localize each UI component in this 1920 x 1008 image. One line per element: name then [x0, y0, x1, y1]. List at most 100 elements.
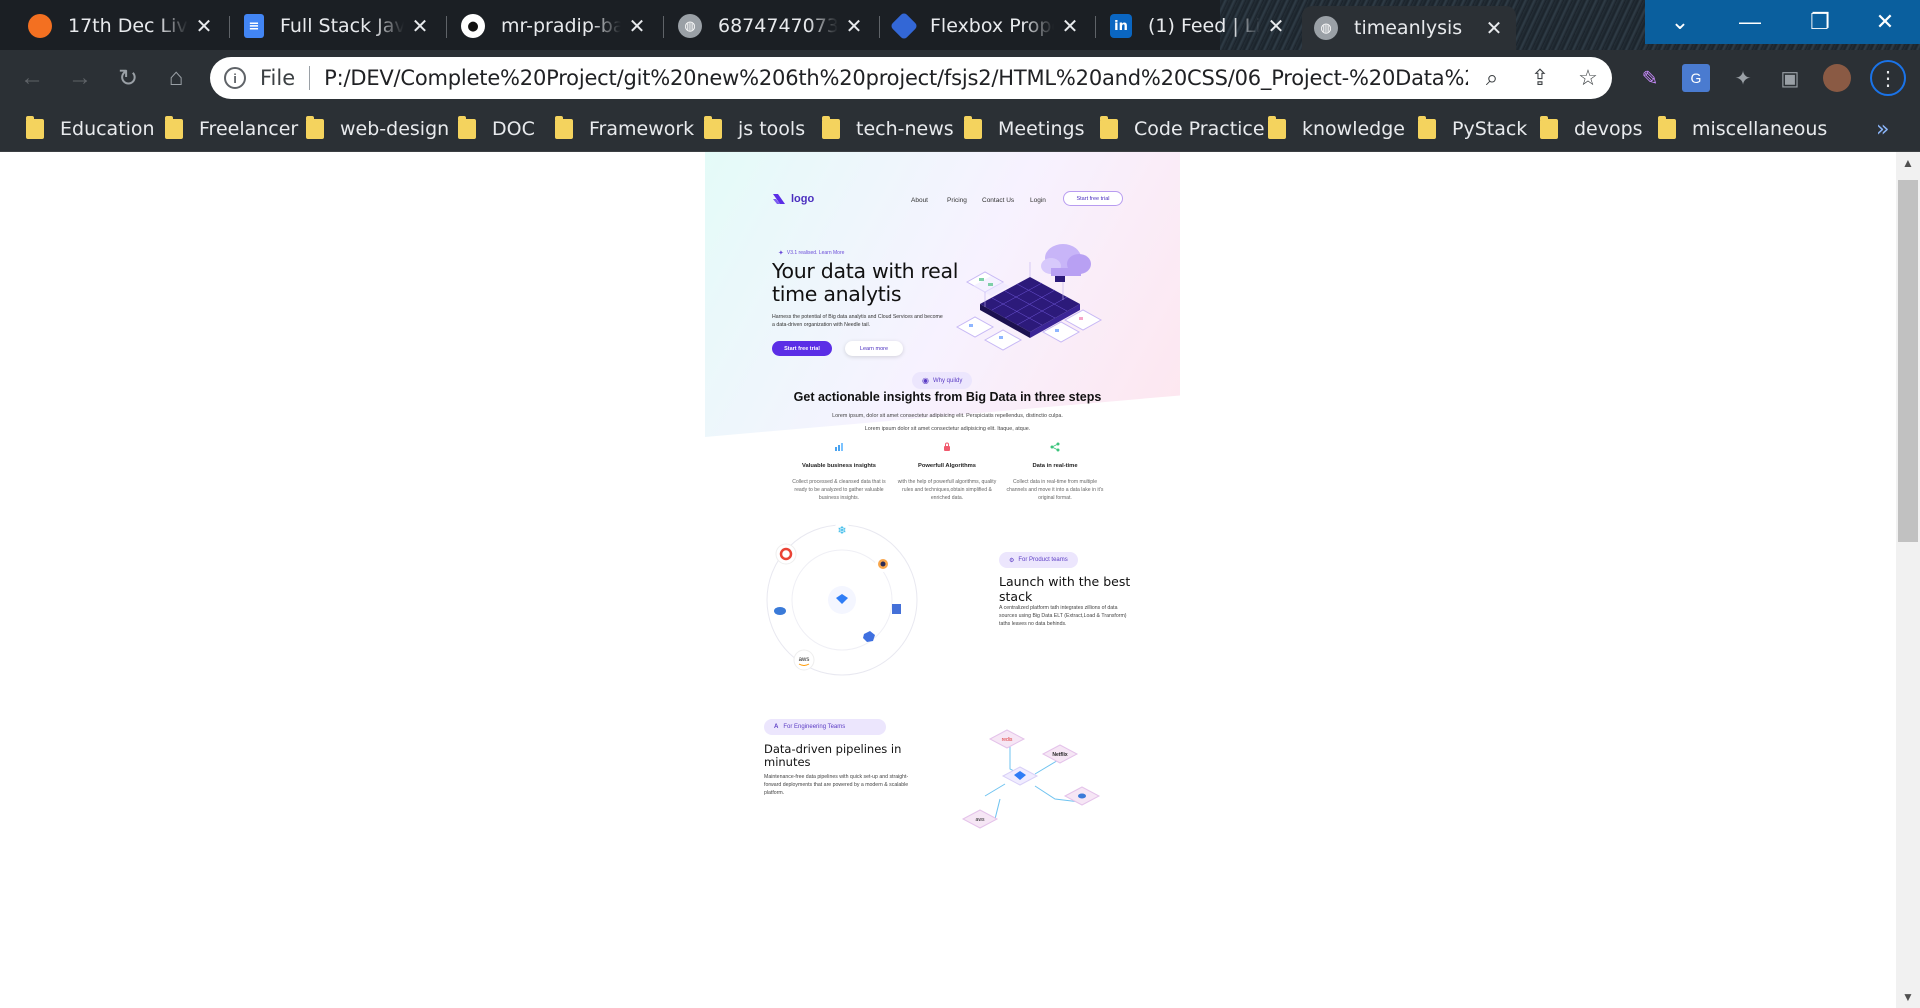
close-icon[interactable]: ✕	[1484, 16, 1504, 40]
bookmark-label: Freelancer	[199, 118, 299, 140]
restore-button[interactable]: ❐	[1785, 0, 1855, 44]
pipeline-illustration: redis Netflix aws	[961, 729, 1101, 829]
a-logo-icon: A	[774, 724, 779, 730]
folder-icon	[26, 116, 44, 139]
nav-start-trial-button[interactable]: Start free trial	[1063, 191, 1123, 206]
docs-icon: ≡	[244, 14, 264, 38]
bookmark-knowledge[interactable]: knowledge	[1268, 106, 1405, 152]
folder-icon	[822, 116, 840, 139]
close-icon[interactable]: ✕	[844, 14, 864, 38]
tab-title: Full Stack Java Developer	[280, 15, 404, 37]
sparkle-icon: ✦	[778, 250, 784, 257]
nav-pricing[interactable]: Pricing	[947, 197, 967, 204]
forward-icon[interactable]: →	[64, 62, 96, 94]
folder-icon	[1268, 116, 1286, 139]
bookmark-miscellaneous[interactable]: miscellaneous	[1658, 106, 1827, 152]
bookmark-label: PyStack	[1452, 118, 1528, 140]
tab-6[interactable]: in (1) Feed | LinkedIn ✕	[1098, 6, 1298, 46]
logo-icon	[773, 194, 785, 204]
minimize-button[interactable]: —	[1715, 0, 1785, 44]
close-icon[interactable]: ✕	[627, 14, 647, 38]
pen-extension-icon[interactable]: ✎	[1636, 64, 1664, 92]
bookmarks-bar: Education Freelancer web-design DOC Fram…	[0, 106, 1920, 152]
bookmark-label: knowledge	[1302, 118, 1405, 140]
scrollbar-thumb[interactable]	[1898, 180, 1918, 542]
menu-dots-icon[interactable]: ⋮	[1870, 60, 1906, 96]
translate-extension-icon[interactable]: G	[1682, 64, 1710, 92]
hero-title: Your data with real time analytis	[772, 259, 959, 306]
star-icon[interactable]: ☆	[1564, 65, 1612, 91]
close-icon[interactable]: ✕	[410, 14, 430, 38]
folder-icon	[1540, 116, 1558, 139]
bookmark-code-practice[interactable]: Code Practice	[1100, 106, 1265, 152]
tab-search-button[interactable]: ⌄	[1645, 0, 1715, 44]
feature-description: with the help of powerfull algorithms, q…	[897, 479, 997, 501]
bookmark-meetings[interactable]: Meetings	[964, 106, 1085, 152]
tab-4[interactable]: ◍ 68747470733a2f2f ✕	[666, 6, 876, 46]
bookmark-js-tools[interactable]: js tools	[704, 106, 805, 152]
url-text[interactable]: P:/DEV/Complete%20Project/git%20new%206t…	[324, 66, 1468, 90]
hero-start-trial-button[interactable]: Start free trial	[772, 341, 832, 356]
side-panel-icon[interactable]: ▣	[1776, 64, 1804, 92]
tab-strip: 17th Dec Live Class ✕ ≡ Full Stack Java …	[0, 0, 1920, 50]
scroll-up-icon[interactable]: ▲	[1896, 152, 1920, 174]
home-icon[interactable]: ⌂	[160, 62, 192, 94]
bookmark-doc[interactable]: DOC	[458, 106, 535, 152]
bookmark-tech-news[interactable]: tech-news	[822, 106, 954, 152]
chart-icon	[835, 443, 843, 451]
profile-avatar[interactable]	[1823, 64, 1851, 92]
back-icon[interactable]: ←	[16, 62, 48, 94]
db-node	[1063, 786, 1101, 806]
folder-icon	[555, 116, 573, 139]
bookmark-education[interactable]: Education	[26, 106, 155, 152]
bookmark-web-design[interactable]: web-design	[306, 106, 449, 152]
bookmark-framework[interactable]: Framework	[555, 106, 694, 152]
release-badge[interactable]: ✦ V3.1 realised. Learn More	[778, 249, 844, 257]
engineering-teams-pill: A For Engineering Teams	[764, 719, 886, 735]
netflix-node: Netflix	[1041, 744, 1079, 764]
integrations-orbit: ❄ aws	[766, 522, 918, 676]
feature-description: Collect processed & cleansed data that i…	[792, 479, 886, 501]
linkedin-icon: in	[1110, 14, 1132, 38]
globe-icon: ◍	[1314, 16, 1338, 40]
tab-5[interactable]: Flexbox Properties ✕	[882, 6, 1092, 46]
nav-login[interactable]: Login	[1030, 197, 1046, 204]
tab-3[interactable]: ● mr-pradip-bairagi ✕	[449, 6, 659, 46]
bookmark-freelancer[interactable]: Freelancer	[165, 106, 298, 152]
hub-node	[1001, 766, 1039, 786]
info-icon[interactable]: i	[224, 67, 246, 89]
feature-title: Powerfull Algorithms	[917, 463, 977, 469]
bookmark-label: Framework	[589, 118, 695, 140]
cube-icon	[892, 604, 901, 614]
scroll-down-icon[interactable]: ▼	[1896, 986, 1920, 1008]
window-close-button[interactable]: ✕	[1850, 0, 1920, 44]
zoom-icon[interactable]: ⌕	[1468, 65, 1516, 91]
azure-cloud-icon	[774, 607, 786, 615]
reload-icon[interactable]: ↻	[112, 62, 144, 94]
more-bookmarks-button[interactable]: »	[1876, 106, 1889, 152]
tab-2[interactable]: ≡ Full Stack Java Developer ✕	[232, 6, 442, 46]
bookmark-label: Code Practice	[1134, 118, 1265, 140]
close-icon[interactable]: ✕	[194, 14, 214, 38]
address-bar[interactable]: i File P:/DEV/Complete%20Project/git%20n…	[210, 57, 1612, 99]
share-icon[interactable]: ⇪	[1516, 65, 1564, 91]
feature-title: Data in real-time	[1032, 463, 1078, 469]
nav-about[interactable]: About	[911, 197, 928, 204]
redis-label: redis	[1002, 737, 1013, 743]
logo[interactable]: logo	[772, 192, 814, 206]
nav-contact[interactable]: Contact Us	[982, 197, 1014, 204]
bookmark-devops[interactable]: devops	[1540, 106, 1643, 152]
tab-1[interactable]: 17th Dec Live Class ✕	[16, 6, 226, 46]
extensions-puzzle-icon[interactable]: ✦	[1729, 64, 1757, 92]
tab-title: Flexbox Properties	[930, 15, 1054, 37]
diamond-icon	[889, 11, 919, 41]
hero-learn-more-button[interactable]: Learn more	[845, 341, 903, 356]
feature-title: Valuable business insights	[801, 463, 877, 469]
close-icon[interactable]: ✕	[1266, 14, 1286, 38]
cloud-icon	[1041, 244, 1091, 282]
tab-7-active[interactable]: ◍ timeanlysis ✕	[1302, 6, 1516, 50]
close-icon[interactable]: ✕	[1060, 14, 1080, 38]
lock-icon	[944, 442, 950, 451]
bookmark-pystack[interactable]: PyStack	[1418, 106, 1527, 152]
scheme-label: File	[260, 66, 296, 90]
